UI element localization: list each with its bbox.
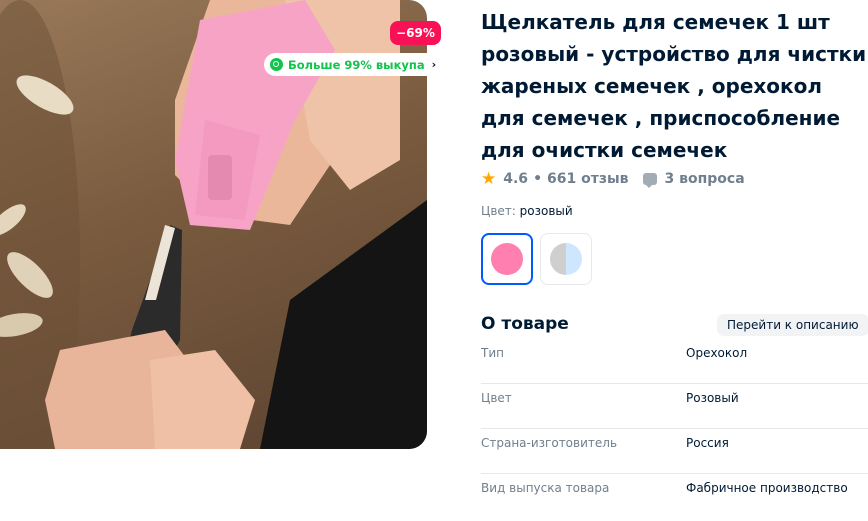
rating-value: 4.6 — [503, 171, 529, 187]
product-title: Щелкатель для семечек 1 шт розовый - уст… — [481, 10, 867, 162]
discount-badge: −69% — [390, 21, 441, 45]
about-title: О товаре — [481, 314, 569, 334]
spec-value: Орехокол — [686, 346, 748, 360]
color-swatch-gray-blue[interactable] — [540, 233, 592, 285]
color-label: Цвет: розовый — [481, 204, 573, 218]
spec-key: Тип — [481, 346, 504, 360]
spec-row-country: Страна-изготовитель Россия — [481, 429, 868, 474]
color-label-text: Цвет: — [481, 204, 516, 218]
questions-link[interactable]: 3 вопроса — [665, 171, 745, 187]
color-circle-pink — [491, 243, 523, 275]
reviews-link[interactable]: 661 отзыв — [547, 171, 628, 187]
spec-key: Страна-изготовитель — [481, 436, 618, 450]
spec-value: Россия — [686, 436, 729, 450]
buyout-promo-pill[interactable]: Больше 99% выкупа › — [264, 53, 447, 76]
spec-value: Розовый — [686, 391, 739, 405]
promo-text: Больше 99% выкупа — [288, 57, 425, 72]
separator-dot: • — [533, 171, 543, 187]
spec-row-type: Тип Орехокол — [481, 339, 868, 384]
spec-row-release-type: Вид выпуска товара Фабричное производств… — [481, 474, 868, 519]
color-value: розовый — [519, 204, 573, 218]
refresh-icon — [270, 58, 283, 71]
color-swatch-pink[interactable] — [481, 233, 533, 285]
star-icon: ★ — [481, 168, 497, 189]
spec-key: Цвет — [481, 391, 512, 405]
question-bubble-icon — [642, 173, 657, 188]
rating-row: ★ 4.6 • 661 отзыв 3 вопроса — [481, 169, 745, 189]
spec-key: Вид выпуска товара — [481, 481, 610, 495]
spec-row-color: Цвет Розовый — [481, 384, 868, 429]
spec-value: Фабричное производство — [686, 481, 848, 495]
chevron-right-icon: › — [431, 58, 437, 71]
color-circle-gray-blue — [550, 243, 582, 275]
goto-description-button[interactable]: Перейти к описанию — [717, 314, 868, 336]
